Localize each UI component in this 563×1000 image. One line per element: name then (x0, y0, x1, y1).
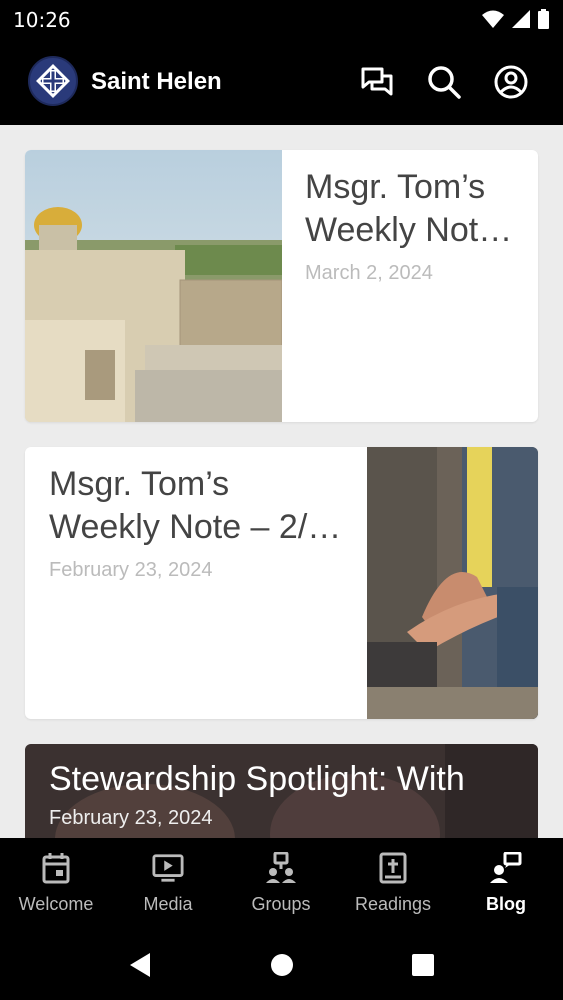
search-button[interactable] (426, 64, 462, 100)
chat-icon (361, 67, 393, 96)
nav-label: Blog (486, 894, 526, 914)
nav-label: Welcome (18, 894, 94, 914)
wifi-icon (482, 10, 504, 28)
account-icon (494, 65, 528, 99)
app-actions (359, 64, 529, 100)
post-title: Msgr. Tom’s Weekly Note… (305, 150, 525, 252)
post-image-jerusalem (25, 150, 282, 422)
post-text: Msgr. Tom’s Weekly Note… March 2, 2024 (305, 150, 525, 285)
battery-icon (538, 9, 549, 29)
system-navigation-bar (0, 930, 563, 1000)
post-title: Msgr. Tom’s Weekly Note – 2/… (49, 447, 359, 549)
post-text: Msgr. Tom’s Weekly Note – 2/… February 2… (49, 447, 359, 582)
post-date: March 2, 2024 (305, 262, 433, 284)
groups-icon (265, 851, 297, 885)
blog-post-card[interactable]: Msgr. Tom’s Weekly Note… March 2, 2024 (25, 150, 538, 422)
post-date: February 23, 2024 (49, 807, 213, 829)
blog-post-card[interactable]: Stewardship Spotlight: With February 23,… (25, 744, 538, 838)
post-title-line: Weekly Note… (305, 211, 525, 249)
home-button[interactable] (267, 950, 297, 980)
nav-welcome[interactable]: Welcome (0, 838, 112, 930)
status-bar: 10:26 (0, 0, 563, 40)
nav-groups[interactable]: Groups (225, 838, 337, 930)
nav-label: Media (143, 894, 193, 914)
home-circle-icon (271, 954, 293, 976)
post-title-line: Weekly Note – 2/… (49, 508, 342, 546)
post-title: Stewardship Spotlight: With (49, 760, 465, 798)
blog-post-card[interactable]: Msgr. Tom’s Weekly Note – 2/… February 2… (25, 447, 538, 719)
parish-logo[interactable] (28, 56, 78, 106)
cross-emblem-icon (36, 64, 70, 98)
back-triangle-icon (130, 953, 150, 977)
search-icon (428, 66, 461, 99)
messages-button[interactable] (359, 64, 395, 100)
status-time: 10:26 (13, 8, 71, 32)
app-bar: Saint Helen (0, 40, 563, 125)
post-image-hands (367, 447, 538, 719)
nav-blog[interactable]: Blog (450, 838, 562, 930)
post-date: February 23, 2024 (49, 559, 213, 581)
recents-square-icon (412, 954, 434, 976)
blog-icon (490, 851, 522, 885)
post-title-line: Msgr. Tom’s (49, 465, 230, 503)
media-play-icon (152, 851, 184, 885)
nav-readings[interactable]: Readings (337, 838, 449, 930)
bottom-navigation: Welcome Media Groups Readings Blog (0, 838, 563, 930)
nav-label: Readings (354, 894, 432, 914)
blog-feed[interactable]: Msgr. Tom’s Weekly Note… March 2, 2024 M… (0, 125, 563, 838)
post-title-line: Msgr. Tom’s (305, 168, 486, 206)
nav-media[interactable]: Media (112, 838, 224, 930)
nav-label: Groups (251, 894, 311, 914)
recents-button[interactable] (408, 950, 438, 980)
bible-icon (377, 851, 409, 885)
profile-button[interactable] (493, 64, 529, 100)
signal-icon (512, 10, 530, 28)
back-button[interactable] (125, 950, 155, 980)
app-title: Saint Helen (91, 68, 222, 95)
calendar-icon (40, 851, 72, 885)
status-icons (482, 9, 549, 29)
